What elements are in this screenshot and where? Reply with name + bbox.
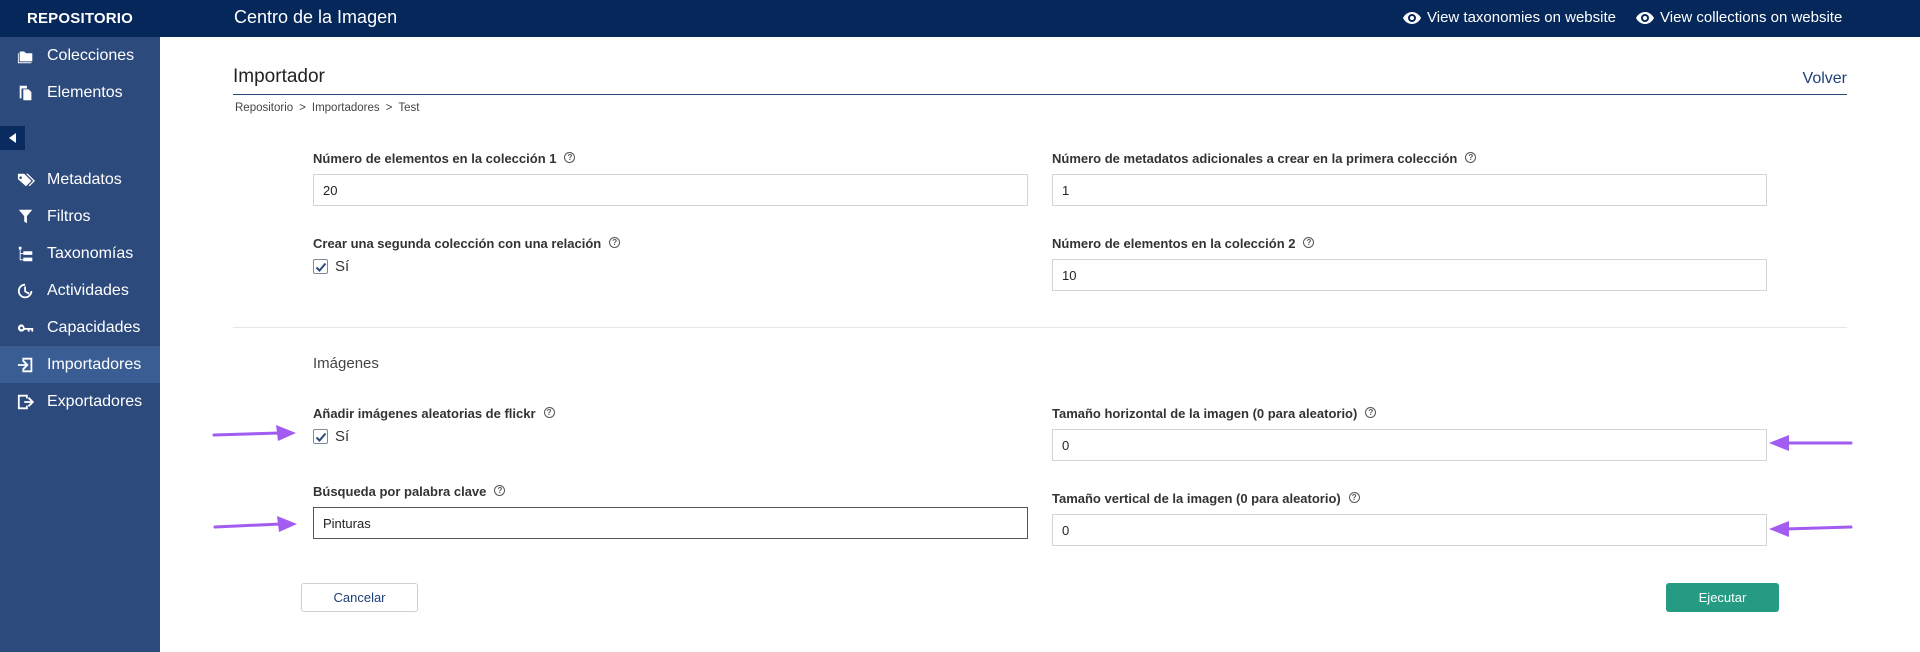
sidebar-item-elementos[interactable]: Elementos: [0, 74, 160, 111]
items-col1-label-row: Número de elementos en la colección 1?: [313, 151, 576, 166]
sidebar-item-label: Actividades: [47, 281, 129, 299]
cancel-button[interactable]: Cancelar: [301, 583, 418, 612]
image-width-input[interactable]: [1052, 429, 1767, 461]
collapse-sidebar-button[interactable]: [0, 126, 25, 150]
folder-icon: [16, 47, 36, 65]
page-title: Importador: [233, 66, 325, 87]
images-section-title: Imágenes: [313, 355, 379, 372]
breadcrumb-separator: >: [299, 102, 306, 114]
help-icon[interactable]: ?: [1348, 492, 1360, 503]
sidebar-item-filtros[interactable]: Filtros: [0, 198, 160, 235]
eye-icon: [1403, 11, 1421, 24]
sidebar-item-actividades[interactable]: Actividades: [0, 272, 160, 309]
flickr-checkbox-row: Sí: [313, 428, 349, 445]
breadcrumb-test: Test: [398, 102, 420, 114]
sidebar-item-taxonomias[interactable]: Taxonomías: [0, 235, 160, 272]
annotation-arrow-right: [213, 516, 297, 532]
sidebar-item-label: Taxonomías: [47, 244, 134, 262]
sidebar-item-colecciones[interactable]: Colecciones: [0, 37, 160, 74]
help-icon[interactable]: ?: [543, 407, 555, 418]
height-label-row: Tamaño vertical de la imagen (0 para ale…: [1052, 491, 1360, 506]
sidebar-item-label: Colecciones: [47, 46, 135, 64]
eye-icon: [1636, 11, 1654, 24]
second-collection-label-row: Crear una segunda colección con una rela…: [313, 236, 621, 251]
site-title[interactable]: Centro de la Imagen: [234, 7, 397, 28]
flickr-checkbox-label: Sí: [335, 428, 350, 445]
view-taxonomies-link[interactable]: View taxonomies on website: [1403, 9, 1616, 26]
flickr-checkbox[interactable]: [313, 429, 328, 444]
files-icon: [16, 84, 36, 102]
breadcrumb: Repositorio > Importadores > Test: [235, 102, 419, 114]
help-icon[interactable]: ?: [494, 485, 506, 496]
second-collection-label: Crear una segunda colección con una rela…: [313, 236, 602, 251]
sidebar-nav-bottom: Metadatos Filtros Taxonomías Actividades…: [0, 161, 160, 420]
sidebar-item-importadores[interactable]: Importadores: [0, 346, 160, 383]
breadcrumb-repositorio[interactable]: Repositorio: [235, 102, 293, 114]
section-divider: [233, 327, 1847, 328]
key-icon: [16, 319, 36, 337]
help-icon[interactable]: ?: [609, 237, 621, 248]
back-link[interactable]: Volver: [1803, 70, 1847, 88]
taxonomy-icon: [16, 245, 36, 263]
sidebar-item-label: Capacidades: [47, 318, 141, 336]
items-col2-label: Número de elementos en la colección 2: [1052, 236, 1296, 251]
width-label-row: Tamaño horizontal de la imagen (0 para a…: [1052, 406, 1377, 421]
items-col1-label: Número de elementos en la colección 1: [313, 151, 557, 166]
second-collection-checkbox[interactable]: [313, 259, 328, 274]
sidebar-item-label: Filtros: [47, 207, 91, 225]
checkmark-icon: [315, 262, 327, 272]
flickr-label: Añadir imágenes aleatorias de flickr: [313, 406, 536, 421]
sidebar-item-label: Exportadores: [47, 392, 143, 410]
import-icon: [16, 356, 36, 374]
items-col2-input[interactable]: [1052, 259, 1767, 291]
help-icon[interactable]: ?: [1303, 237, 1315, 248]
extra-metadata-input[interactable]: [1052, 174, 1767, 206]
annotation-arrow-left: [1769, 521, 1853, 537]
checkmark-icon: [315, 432, 327, 442]
page-header: Importador Volver: [233, 64, 1847, 95]
keyword-search-input[interactable]: [313, 507, 1028, 539]
image-height-input[interactable]: [1052, 514, 1767, 546]
run-button[interactable]: Ejecutar: [1666, 583, 1779, 612]
help-icon[interactable]: ?: [1465, 152, 1477, 163]
breadcrumb-importadores[interactable]: Importadores: [312, 102, 380, 114]
keyword-label-row: Búsqueda por palabra clave?: [313, 484, 506, 499]
sidebar-item-exportadores[interactable]: Exportadores: [0, 383, 160, 420]
annotation-arrow-right: [212, 425, 296, 441]
filter-icon: [16, 208, 36, 226]
sidebar-item-label: Elementos: [47, 83, 123, 101]
tags-icon: [16, 171, 36, 189]
sidebar-nav-top: Colecciones Elementos: [0, 37, 160, 111]
second-collection-checkbox-label: Sí: [335, 258, 350, 275]
sidebar-item-label: Importadores: [47, 355, 142, 373]
height-label: Tamaño vertical de la imagen (0 para ale…: [1052, 491, 1341, 506]
flickr-label-row: Añadir imágenes aleatorias de flickr?: [313, 406, 555, 421]
items-col1-input[interactable]: [313, 174, 1028, 206]
breadcrumb-separator: >: [385, 102, 393, 114]
export-icon: [16, 393, 36, 411]
top-bar: Centro de la Imagen View taxonomies on w…: [160, 0, 1920, 37]
second-collection-checkbox-row: Sí: [313, 258, 349, 275]
keyword-label: Búsqueda por palabra clave: [313, 484, 487, 499]
sidebar-item-label: Metadatos: [47, 170, 122, 188]
chevron-left-icon: [8, 133, 16, 143]
view-taxonomies-label: View taxonomies on website: [1427, 9, 1616, 26]
view-collections-label: View collections on website: [1660, 9, 1843, 26]
brand-logo[interactable]: REPOSITORIO: [0, 0, 160, 37]
activity-icon: [16, 282, 36, 300]
view-collections-link[interactable]: View collections on website: [1636, 9, 1842, 26]
sidebar-item-capacidades[interactable]: Capacidades: [0, 309, 160, 346]
help-icon[interactable]: ?: [1365, 407, 1377, 418]
sidebar: REPOSITORIO Colecciones Elementos Metada…: [0, 0, 160, 652]
annotation-arrow-left: [1769, 435, 1853, 451]
width-label: Tamaño horizontal de la imagen (0 para a…: [1052, 406, 1358, 421]
extra-metadata-label: Número de metadatos adicionales a crear …: [1052, 151, 1458, 166]
sidebar-item-metadatos[interactable]: Metadatos: [0, 161, 160, 198]
help-icon[interactable]: ?: [564, 152, 576, 163]
items-col2-label-row: Número de elementos en la colección 2?: [1052, 236, 1315, 251]
extra-metadata-label-row: Número de metadatos adicionales a crear …: [1052, 151, 1477, 166]
